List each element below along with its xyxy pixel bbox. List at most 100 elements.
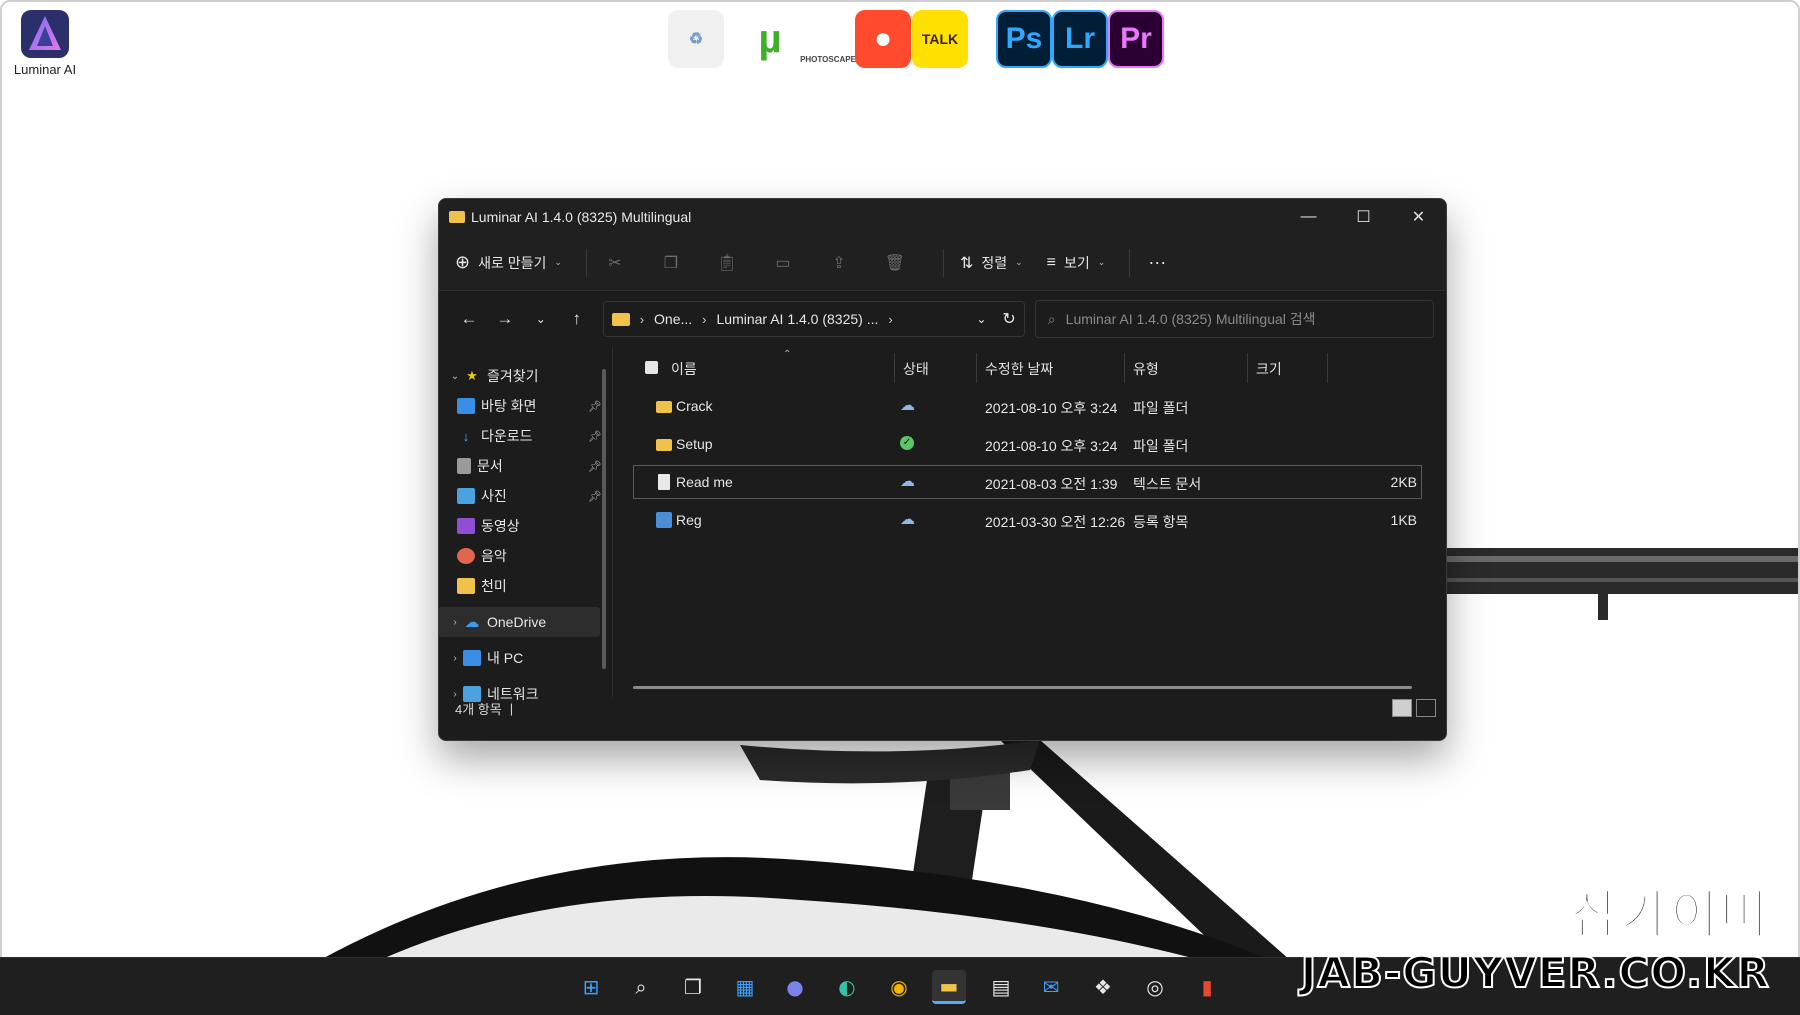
column-name[interactable]: 이름 [671, 359, 697, 379]
column-divider [1327, 353, 1328, 383]
chrome-icon[interactable]: ◉ [882, 970, 916, 1004]
sidebar-item-this-pc[interactable]: › 내 PC [439, 643, 612, 673]
window-title: Luminar AI 1.4.0 (8325) Multilingual [471, 209, 692, 225]
start-icon[interactable]: ⊞ [574, 970, 608, 1004]
paste-icon[interactable]: 📋︎ [709, 248, 745, 278]
rename-icon[interactable]: ▭ [765, 248, 801, 278]
breadcrumb-separator: › [888, 311, 893, 327]
gom-player-icon[interactable]: ● [855, 10, 911, 68]
file-row-setup[interactable]: Setup ✓ 2021-08-10 오후 3:24 파일 폴더 [633, 427, 1422, 461]
file-row-crack[interactable]: Crack ☁ 2021-08-10 오후 3:24 파일 폴더 [633, 389, 1422, 423]
title-bar[interactable]: Luminar AI 1.4.0 (8325) Multilingual — ☐… [439, 199, 1446, 235]
column-modified[interactable]: 수정한 날짜 [985, 359, 1053, 379]
horizontal-scrollbar[interactable] [633, 686, 1412, 689]
file-row-reg[interactable]: Reg ☁ 2021-03-30 오전 12:26 등록 항목 1KB [633, 503, 1422, 537]
refresh-icon[interactable]: ↻ [1002, 309, 1015, 329]
item-count: 4개 항목 [455, 701, 502, 717]
teams-chat-icon[interactable]: ● [778, 970, 812, 1004]
sort-button[interactable]: ⇅ 정렬 ⌄ [960, 253, 1023, 273]
sidebar-item-desktop[interactable]: 바탕 화면 📌︎ [439, 391, 612, 421]
plus-circle-icon: ⊕ [455, 252, 471, 272]
kakaotalk-icon[interactable]: TALK [912, 10, 968, 68]
watermark-url: JAB-GUYVER.CO.KR [1300, 947, 1770, 998]
new-label: 새로 만들기 [478, 254, 547, 271]
pin-icon[interactable]: 📌︎ [588, 400, 602, 413]
forward-arrow-icon[interactable]: → [487, 303, 523, 335]
mail-icon[interactable]: ✉ [1034, 970, 1068, 1004]
document-icon [457, 458, 471, 474]
chevron-right-icon[interactable]: › [447, 653, 463, 664]
widgets-icon[interactable]: ▦ [728, 970, 762, 1004]
synced-check-icon: ✓ [900, 436, 914, 450]
share-icon[interactable]: ⇪ [821, 248, 857, 278]
sidebar-item-folder[interactable]: 천미 [439, 571, 612, 601]
more-options-button[interactable]: ··· [1148, 252, 1166, 273]
breadcrumb-onedrive[interactable]: One... [654, 311, 692, 327]
file-type: 파일 폴더 [1133, 438, 1189, 454]
pin-icon[interactable]: 📌︎ [588, 460, 602, 473]
large-icons-view-button[interactable] [1416, 699, 1436, 717]
column-status[interactable]: 상태 [903, 359, 929, 379]
sidebar-item-favorites[interactable]: ⌄ ★ 즐겨찾기 [439, 361, 612, 391]
minimize-button[interactable]: — [1281, 199, 1336, 235]
maximize-button[interactable]: ☐ [1336, 199, 1391, 235]
photoscape-icon[interactable]: PHOTOSCAPE [800, 10, 856, 68]
sidebar-item-videos[interactable]: 동영상 [439, 511, 612, 541]
pin-icon[interactable]: 📌︎ [588, 490, 602, 503]
toolbar-divider [1129, 248, 1131, 277]
toolbar-divider [585, 248, 587, 277]
sidebar-item-documents[interactable]: 문서 📌︎ [439, 451, 612, 481]
task-view-icon[interactable]: ❐ [676, 970, 710, 1004]
sidebar-item-downloads[interactable]: ↓ 다운로드 📌︎ [439, 421, 612, 451]
recycle-bin-icon[interactable]: ♻ [668, 10, 724, 68]
utorrent-icon[interactable]: µ [742, 10, 798, 68]
command-bar: ⊕ 새로 만들기 ⌄ ✂ ❐ 📋︎ ▭ ⇪ 🗑︎ ⇅ 정렬 ⌄ ≡ 보기 ⌄ ·… [439, 235, 1446, 291]
pictures-icon [457, 488, 475, 504]
chevron-right-icon[interactable]: › [447, 617, 463, 628]
details-view-button[interactable] [1392, 699, 1412, 717]
close-button[interactable]: ✕ [1391, 199, 1446, 235]
chevron-down-icon: ⌄ [1097, 257, 1106, 267]
office-icon[interactable]: ▮ [1190, 970, 1224, 1004]
recent-locations-icon[interactable]: ⌄ [523, 303, 559, 335]
column-type[interactable]: 유형 [1133, 359, 1159, 379]
search-box[interactable]: ⌕ Luminar AI 1.4.0 (8325) Multilingual 검… [1034, 300, 1434, 338]
premiere-icon[interactable]: Pr [1108, 10, 1164, 68]
watermark-korean: 잡가이버 [1570, 885, 1770, 947]
cut-icon[interactable]: ✂ [597, 248, 633, 278]
breadcrumb-current[interactable]: Luminar AI 1.4.0 (8325) ... [717, 311, 879, 327]
new-button[interactable]: ⊕ 새로 만들기 ⌄ [455, 252, 562, 273]
toolbar-divider [942, 248, 944, 277]
chevron-down-icon[interactable]: ⌄ [447, 371, 463, 382]
pin-icon[interactable]: 📌︎ [588, 430, 602, 443]
file-date: 2021-08-03 오전 1:39 [985, 476, 1118, 492]
file-explorer-icon[interactable]: ▬ [932, 970, 966, 1004]
star-icon: ★ [466, 368, 478, 383]
sidebar-item-music[interactable]: 음악 [439, 541, 612, 571]
sidebar-item-pictures[interactable]: 사진 📌︎ [439, 481, 612, 511]
breadcrumb-separator: › [702, 311, 707, 327]
file-row-readme[interactable]: Read me ☁ 2021-08-03 오전 1:39 텍스트 문서 2KB [633, 465, 1422, 499]
edge-icon[interactable]: ◐ [830, 970, 864, 1004]
desktop-app-strip: ♻ µ PHOTOSCAPE ● TALK Ps Lr Pr [0, 6, 1800, 76]
dropbox-icon[interactable]: ❖ [1086, 970, 1120, 1004]
address-dropdown-icon[interactable]: ⌄ [976, 312, 986, 326]
delete-icon[interactable]: 🗑︎ [877, 248, 913, 278]
photoshop-icon[interactable]: Ps [996, 10, 1052, 68]
file-name: Crack [676, 398, 713, 414]
sort-icon: ⇅ [959, 254, 974, 272]
search-icon[interactable]: ⌕ [624, 970, 658, 1004]
store-icon[interactable]: ▤ [984, 970, 1018, 1004]
column-header: ⌃ 이름 상태 수정한 날짜 유형 크기 [613, 347, 1446, 387]
status-separator: | [509, 700, 514, 716]
back-arrow-icon[interactable]: ← [451, 303, 487, 335]
lightroom-icon[interactable]: Lr [1052, 10, 1108, 68]
copy-icon[interactable]: ❐ [653, 248, 689, 278]
view-button[interactable]: ≡ 보기 ⌄ [1047, 253, 1106, 273]
column-size[interactable]: 크기 [1256, 359, 1282, 379]
up-arrow-icon[interactable]: ↑ [559, 303, 595, 335]
app-icon[interactable]: ◎ [1138, 970, 1172, 1004]
sidebar-item-onedrive[interactable]: › ☁ OneDrive [439, 607, 600, 637]
address-bar[interactable]: › One... › Luminar AI 1.4.0 (8325) ... ›… [602, 301, 1025, 337]
select-all-checkbox[interactable] [645, 361, 658, 374]
